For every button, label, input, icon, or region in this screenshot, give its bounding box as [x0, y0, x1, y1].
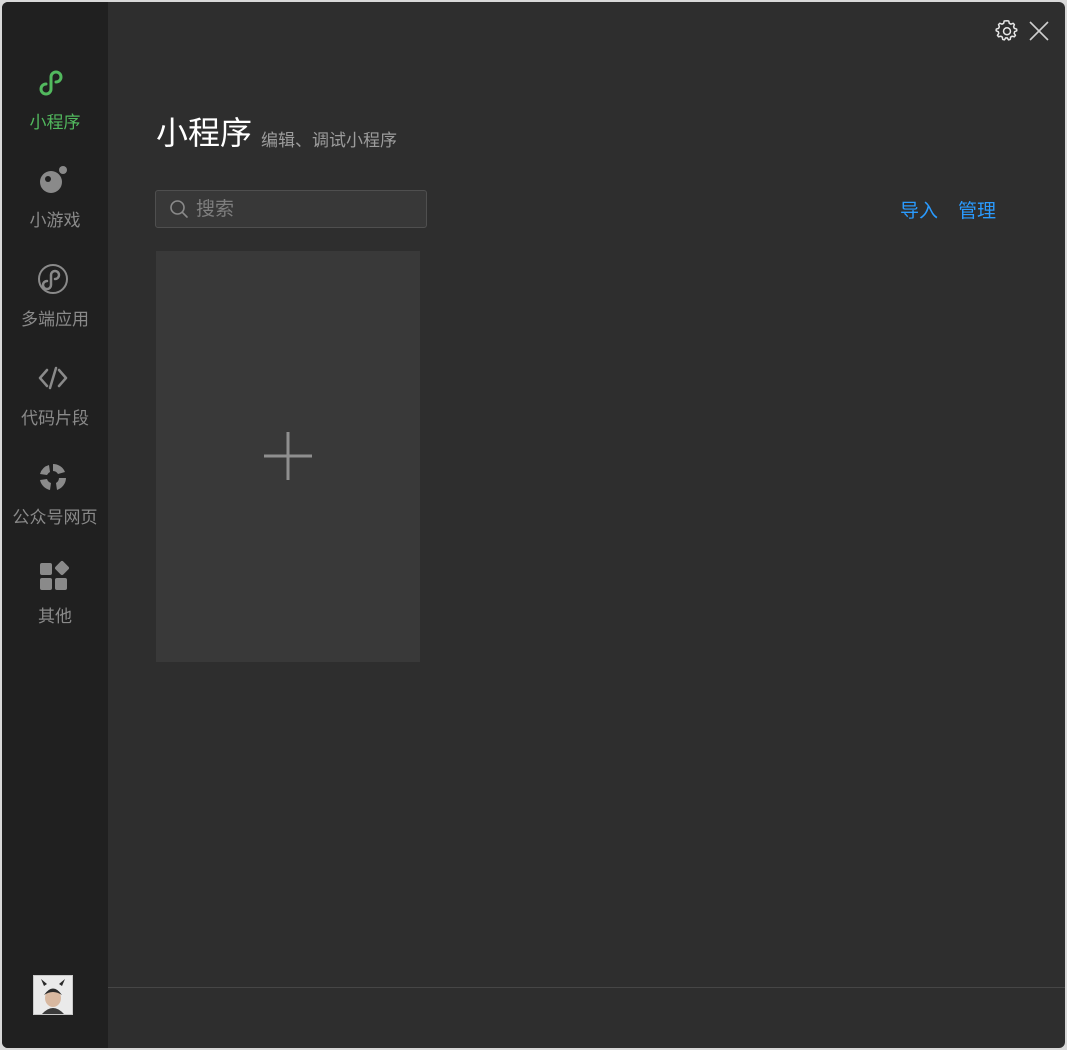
app-window: 小程序 小游戏 多端应用 代码片段 公众号网页 其他 小程序 编辑、调试小程序 … — [2, 2, 1065, 1048]
sidebar-item-label: 小游戏 — [29, 211, 81, 231]
page-subtitle: 编辑、调试小程序 — [261, 131, 397, 151]
sidebar-item-label: 代码片段 — [21, 409, 89, 429]
settings-gear-icon[interactable] — [994, 18, 1020, 44]
manage-link[interactable]: 管理 — [958, 196, 996, 223]
apps-icon — [37, 560, 69, 592]
import-link[interactable]: 导入 — [900, 196, 938, 223]
sidebar-item-multi-platform[interactable]: 多端应用 — [2, 263, 108, 347]
close-icon[interactable] — [1026, 18, 1052, 44]
sidebar-item-official-account[interactable]: 公众号网页 — [2, 461, 108, 545]
multi-platform-icon — [37, 263, 69, 295]
sidebar-item-other[interactable]: 其他 — [2, 560, 108, 644]
official-account-icon — [37, 461, 69, 493]
create-project-card[interactable] — [156, 251, 420, 662]
search-icon — [169, 199, 189, 219]
mini-program-icon — [37, 66, 69, 98]
search-box[interactable] — [155, 190, 427, 228]
sidebar-item-mini-game[interactable]: 小游戏 — [2, 164, 108, 248]
avatar[interactable] — [33, 975, 73, 1015]
sidebar: 小程序 小游戏 多端应用 代码片段 公众号网页 其他 — [2, 2, 108, 1048]
sidebar-item-label: 公众号网页 — [12, 508, 98, 528]
code-icon — [37, 362, 69, 394]
plus-icon — [263, 431, 313, 481]
sidebar-item-mini-program[interactable]: 小程序 — [2, 66, 108, 150]
main-panel: 小程序 编辑、调试小程序 导入 管理 — [108, 2, 1065, 1048]
sidebar-item-label: 多端应用 — [21, 310, 89, 330]
sidebar-item-code-snippet[interactable]: 代码片段 — [2, 362, 108, 446]
sidebar-item-label: 小程序 — [29, 113, 81, 133]
search-input[interactable] — [196, 195, 416, 223]
page-title: 小程序 — [156, 114, 253, 152]
mini-game-icon — [37, 164, 69, 196]
footer-divider — [108, 987, 1065, 988]
sidebar-item-label: 其他 — [38, 607, 72, 627]
